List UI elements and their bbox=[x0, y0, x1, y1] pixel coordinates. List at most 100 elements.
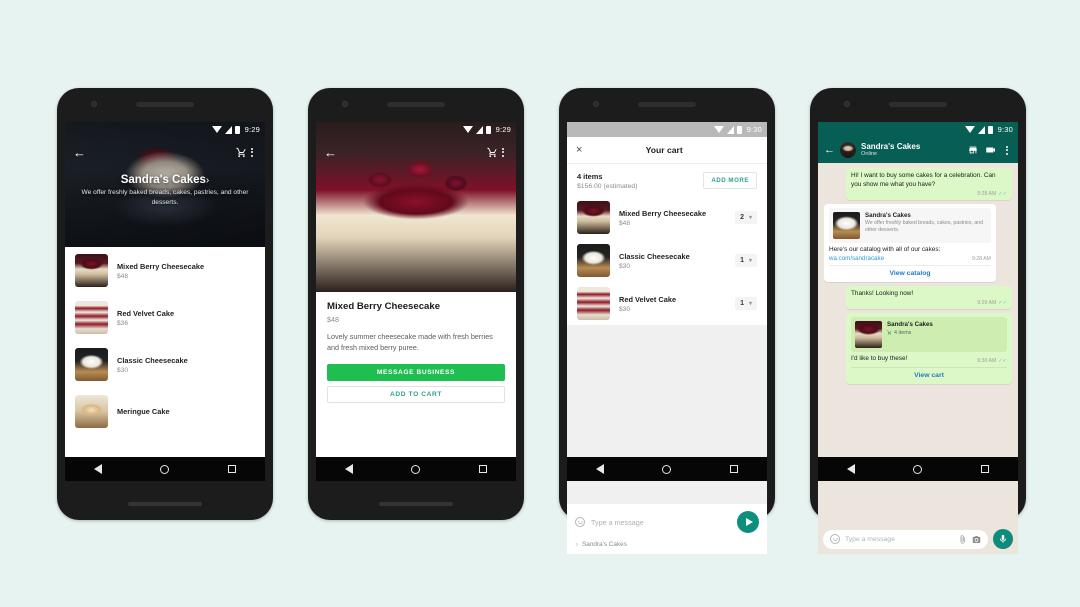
detail-action-bar: ← bbox=[316, 137, 516, 163]
cart-estimated-total: $156.00 (estimated) bbox=[577, 183, 638, 190]
list-item: Thanks! Looking now! 9:29 AM ✓✓ bbox=[846, 285, 1012, 309]
product-thumbnail bbox=[75, 348, 108, 381]
dot bbox=[251, 154, 253, 157]
table-row[interactable]: Red Velvet Cake $30 1 ▾ bbox=[567, 282, 767, 325]
message-input[interactable]: Type a message bbox=[591, 518, 731, 527]
list-item[interactable]: Red Velvet Cake $36 bbox=[65, 294, 265, 341]
cart-card[interactable]: Sandra's Cakes 4 items bbox=[851, 316, 1007, 352]
chevron-right-icon: › bbox=[576, 541, 578, 548]
read-receipt-icon: ✓✓ bbox=[998, 299, 1007, 306]
nav-back-icon[interactable] bbox=[596, 464, 605, 474]
business-name[interactable]: Sandra's Cakes› bbox=[79, 174, 251, 186]
back-icon[interactable]: ← bbox=[824, 144, 835, 156]
earpiece-speaker bbox=[638, 102, 696, 107]
list-item[interactable]: Mixed Berry Cheesecake $48 bbox=[65, 247, 265, 294]
nav-home-icon[interactable] bbox=[160, 464, 170, 474]
read-receipt-icon: ✓✓ bbox=[998, 190, 1007, 197]
contact-name: Sandra's Cakes bbox=[861, 142, 921, 152]
catalog-card[interactable]: Sandra's Cakes We offer freshly baked br… bbox=[829, 207, 991, 243]
cart-item-count: 4 items bbox=[577, 172, 603, 181]
video-call-icon[interactable] bbox=[985, 145, 995, 155]
cart-card-thumbnail bbox=[855, 320, 882, 348]
message-input-field[interactable]: Type a message bbox=[823, 529, 988, 549]
dot bbox=[1006, 145, 1008, 148]
quantity-value: 1 bbox=[740, 257, 744, 264]
nav-back-icon[interactable] bbox=[345, 464, 354, 474]
business-description: We offer freshly baked breads, cakes, pa… bbox=[81, 189, 249, 206]
product-text: Meringue Cake bbox=[117, 407, 170, 416]
wifi-icon bbox=[211, 126, 222, 133]
overflow-menu-icon[interactable] bbox=[247, 146, 257, 159]
list-item[interactable]: Classic Cheesecake $30 bbox=[65, 341, 265, 388]
quantity-stepper[interactable]: 2 ▾ bbox=[735, 211, 757, 224]
cart-item-thumbnail bbox=[577, 201, 610, 234]
chevron-down-icon: ▾ bbox=[748, 215, 752, 221]
clock: 9:29 bbox=[495, 125, 511, 134]
nav-recents-icon[interactable] bbox=[478, 465, 487, 473]
clock: 9:29 bbox=[244, 125, 260, 134]
nav-back-icon[interactable] bbox=[847, 464, 856, 474]
chat-header: ← Sandra's Cakes Online bbox=[818, 137, 1018, 163]
nav-home-icon[interactable] bbox=[662, 464, 672, 474]
presence-status: Online bbox=[861, 151, 878, 158]
business-hero: 9:29 ← Sandra's Cakes› We offer freshly … bbox=[65, 122, 265, 247]
view-cart-button[interactable]: View cart bbox=[851, 366, 1007, 381]
quantity-stepper[interactable]: 1 ▾ bbox=[735, 254, 757, 267]
cart-item-text: Mixed Berry Cheesecake $48 bbox=[619, 209, 726, 227]
product-name: Mixed Berry Cheesecake bbox=[117, 261, 205, 271]
front-camera-icon bbox=[593, 101, 599, 107]
list-item[interactable]: Meringue Cake bbox=[65, 388, 265, 435]
nav-recents-icon[interactable] bbox=[729, 465, 738, 473]
table-row[interactable]: Mixed Berry Cheesecake $48 2 ▾ bbox=[567, 196, 767, 239]
phone-product-detail: 9:29 ← Mixed Berry Cheesecake $48 Lovely… bbox=[308, 88, 524, 520]
back-icon[interactable]: ← bbox=[73, 146, 86, 159]
product-name: Classic Cheesecake bbox=[117, 355, 188, 365]
add-to-cart-button[interactable]: ADD TO CART bbox=[327, 385, 505, 403]
table-row[interactable]: Classic Cheesecake $30 1 ▾ bbox=[567, 239, 767, 282]
cart-item-name: Classic Cheesecake bbox=[619, 251, 690, 261]
overflow-menu-icon[interactable] bbox=[498, 146, 508, 159]
back-icon[interactable]: ← bbox=[324, 146, 337, 159]
message-time: 9:30 AM bbox=[977, 357, 997, 364]
emoji-icon[interactable] bbox=[575, 517, 585, 527]
battery-icon bbox=[234, 125, 240, 134]
product-price: $30 bbox=[117, 366, 129, 374]
message-meta: 9:28 AM ✓✓ bbox=[851, 191, 1007, 197]
attachment-icon[interactable] bbox=[958, 534, 967, 544]
phone-whatsapp-chat: 9:30 ← Sandra's Cakes Online Hi! I want … bbox=[810, 88, 1026, 554]
message-text: Here's our catalog with all of our cakes… bbox=[829, 245, 941, 253]
camera-icon[interactable] bbox=[972, 535, 981, 544]
catalog-link[interactable]: wa.com/sandracake bbox=[829, 255, 972, 262]
cart-card-title: Sandra's Cakes bbox=[887, 320, 933, 328]
cart-icon[interactable] bbox=[487, 147, 498, 158]
cart-business-row[interactable]: › Sandra's Cakes bbox=[567, 538, 767, 554]
phone-cart: 9:30 × Your cart 4 items $156.00 (estima… bbox=[559, 88, 775, 554]
send-button[interactable] bbox=[737, 511, 759, 533]
cart-icon[interactable] bbox=[236, 147, 247, 158]
nav-recents-icon[interactable] bbox=[227, 465, 236, 473]
message-input[interactable]: Type a message bbox=[845, 536, 953, 543]
overflow-menu-icon[interactable] bbox=[1002, 144, 1012, 157]
voice-record-button[interactable] bbox=[993, 529, 1013, 549]
storefront-icon[interactable] bbox=[968, 145, 978, 155]
nav-recents-icon[interactable] bbox=[980, 465, 989, 473]
wifi-icon bbox=[462, 126, 473, 133]
wifi-icon bbox=[713, 126, 724, 133]
message-business-button[interactable]: MESSAGE BUSINESS bbox=[327, 363, 505, 381]
nav-home-icon[interactable] bbox=[913, 464, 923, 474]
add-more-button[interactable]: ADD MORE bbox=[703, 172, 757, 189]
avatar[interactable] bbox=[840, 142, 856, 158]
screenshot-stage: 9:29 ← Sandra's Cakes› We offer freshly … bbox=[0, 0, 1080, 607]
contact-block[interactable]: Sandra's Cakes Online bbox=[861, 142, 963, 158]
view-catalog-button[interactable]: View catalog bbox=[829, 264, 991, 279]
nav-home-icon[interactable] bbox=[411, 464, 421, 474]
quantity-stepper[interactable]: 1 ▾ bbox=[735, 297, 757, 310]
product-detail-screen: 9:29 ← Mixed Berry Cheesecake $48 Lovely… bbox=[316, 122, 516, 462]
battery-icon bbox=[987, 125, 993, 134]
cart-header: × Your cart bbox=[567, 137, 767, 164]
product-price: $36 bbox=[117, 319, 129, 327]
product-text: Classic Cheesecake $30 bbox=[117, 356, 188, 374]
emoji-icon[interactable] bbox=[830, 534, 840, 544]
product-info-card: Mixed Berry Cheesecake $48 Lovely summer… bbox=[316, 292, 516, 403]
nav-back-icon[interactable] bbox=[94, 464, 103, 474]
